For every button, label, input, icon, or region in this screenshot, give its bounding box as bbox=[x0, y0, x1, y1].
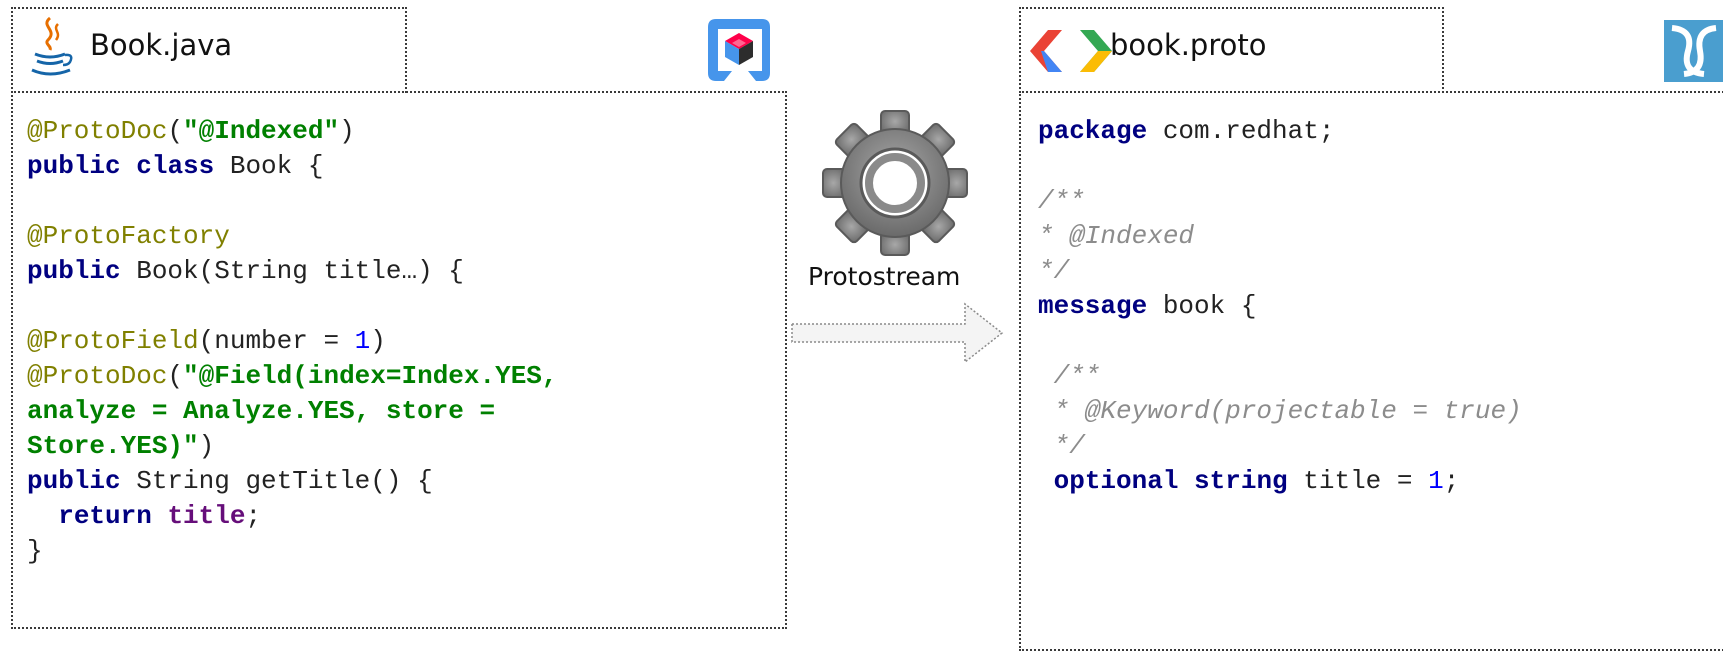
code-token: /** bbox=[1038, 361, 1101, 391]
code-token: public bbox=[27, 466, 121, 496]
code-token: Store.YES)" bbox=[27, 431, 199, 461]
code-line: package com.redhat; bbox=[1038, 114, 1522, 149]
code-line: public class Book { bbox=[27, 149, 558, 184]
code-token: } bbox=[27, 536, 43, 566]
code-token: "@Field(index=Index.YES, bbox=[183, 361, 558, 391]
arrow-right-icon bbox=[791, 302, 1004, 364]
code-line: @ProtoFactory bbox=[27, 219, 558, 254]
code-token: com.redhat; bbox=[1147, 116, 1335, 146]
code-token: ; bbox=[1443, 466, 1460, 496]
java-code-block: @ProtoDoc("@Indexed") public class Book {… bbox=[27, 114, 558, 569]
code-token: ) bbox=[339, 116, 355, 146]
code-token: Book(String title…) { bbox=[120, 256, 464, 286]
code-line: } bbox=[27, 534, 558, 569]
code-token: "@Indexed" bbox=[183, 116, 340, 146]
code-line: * @Indexed bbox=[1038, 219, 1522, 254]
proto-code-block: package com.redhat;/** * @Indexed */messag… bbox=[1038, 114, 1522, 499]
code-line: Store.YES)") bbox=[27, 429, 558, 464]
code-line: message book { bbox=[1038, 289, 1522, 324]
code-line: /** bbox=[1038, 184, 1522, 219]
java-cup-icon bbox=[31, 16, 73, 76]
code-token: public bbox=[27, 151, 121, 181]
code-token: class bbox=[136, 151, 215, 181]
code-line: analyze = Analyze.YES, store = bbox=[27, 394, 558, 429]
code-token: package bbox=[1038, 116, 1148, 146]
code-token: /** bbox=[1038, 186, 1085, 216]
code-token: String getTitle() { bbox=[120, 466, 433, 496]
code-token: optional bbox=[1053, 466, 1179, 496]
code-line: @ProtoDoc("@Indexed") bbox=[27, 114, 558, 149]
code-token: title bbox=[167, 501, 246, 531]
code-line: */ bbox=[1038, 429, 1522, 464]
code-line: */ bbox=[1038, 254, 1522, 289]
code-token: ) bbox=[370, 326, 386, 356]
code-line: return title; bbox=[27, 499, 558, 534]
code-token: ( bbox=[167, 361, 184, 391]
code-token: string bbox=[1194, 466, 1288, 496]
code-line: public String getTitle() { bbox=[27, 464, 558, 499]
code-token: */ bbox=[1038, 256, 1070, 286]
code-token: book { bbox=[1147, 291, 1257, 321]
code-token: Book { bbox=[214, 151, 324, 181]
quarkus-icon bbox=[708, 19, 770, 81]
code-line: @ProtoField(number = 1) bbox=[27, 324, 558, 359]
code-token: */ bbox=[1038, 431, 1085, 461]
proto-file-title: book.proto bbox=[1110, 28, 1267, 62]
code-token: ( bbox=[167, 116, 184, 146]
code-token: 1 bbox=[354, 326, 371, 356]
gear-icon bbox=[822, 110, 968, 256]
protobuf-chevrons-icon bbox=[1030, 30, 1112, 72]
infinispan-icon bbox=[1664, 20, 1723, 82]
code-line: optional string title = 1; bbox=[1038, 464, 1522, 499]
code-token: public bbox=[27, 256, 121, 286]
code-token: ) bbox=[198, 431, 215, 461]
code-token: return bbox=[58, 501, 152, 531]
code-token: (number = bbox=[198, 326, 355, 356]
code-token: @ProtoFactory bbox=[27, 221, 230, 251]
protostream-label: Protostream bbox=[808, 262, 961, 291]
code-token: message bbox=[1038, 291, 1148, 321]
code-line: * @Keyword(projectable = true) bbox=[1038, 394, 1522, 429]
code-token: @ProtoDoc bbox=[27, 116, 168, 146]
code-line: public Book(String title…) { bbox=[27, 254, 558, 289]
java-file-title: Book.java bbox=[90, 28, 233, 62]
code-token: @ProtoDoc bbox=[27, 361, 168, 391]
code-line: /** bbox=[1038, 359, 1522, 394]
code-token: title = bbox=[1287, 466, 1429, 496]
code-token: @ProtoField bbox=[27, 326, 199, 356]
code-line: @ProtoDoc("@Field(index=Index.YES, bbox=[27, 359, 558, 394]
code-token: ; bbox=[245, 501, 262, 531]
code-token: * @Indexed bbox=[1038, 221, 1195, 251]
code-token: 1 bbox=[1428, 466, 1444, 496]
code-token: * @Keyword(projectable = true) bbox=[1038, 396, 1522, 426]
code-token: analyze = Analyze.YES, store = bbox=[27, 396, 496, 426]
